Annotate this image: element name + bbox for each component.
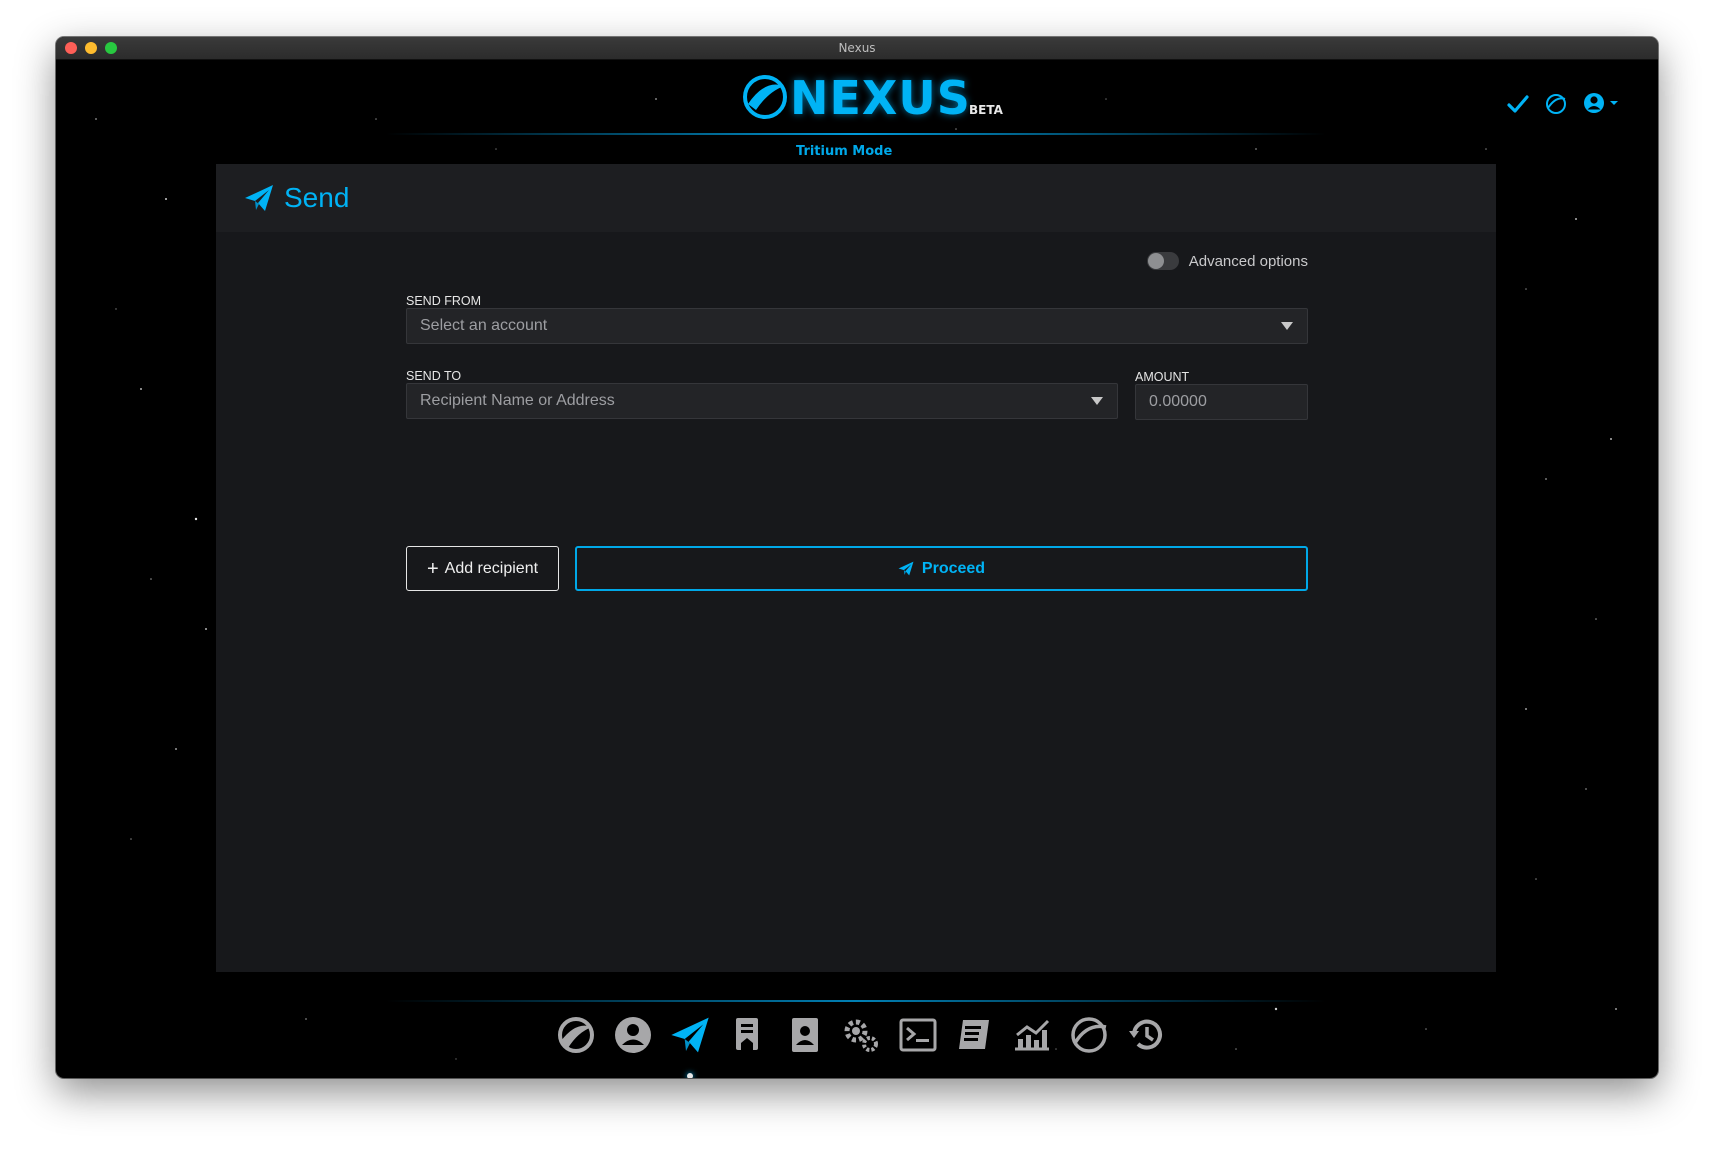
terminal-icon [899,1018,937,1052]
nexus-globe-icon [1071,1017,1107,1053]
dock-divider [386,1000,1326,1002]
mode-label: Tritium Mode [796,144,893,159]
user-menu-icon[interactable] [1582,90,1622,118]
close-window-button[interactable] [65,42,77,54]
panel-header: Send [216,164,1496,232]
nexus-logo-icon [743,75,787,119]
send-from-placeholder: Select an account [420,317,548,334]
send-from-select[interactable]: Select an account [406,308,1308,344]
header-status-icons [1506,89,1622,119]
page-title: Send [284,182,350,213]
nav-news[interactable] [955,1015,995,1059]
nav-transactions[interactable] [727,1015,767,1059]
news-icon [959,1020,989,1049]
app-window: Nexus NEXUS BETA Tritium Mode Send Advan… [56,37,1658,1078]
add-recipient-button[interactable]: + Add recipient [406,546,559,591]
nav-send[interactable] [670,1015,710,1078]
nav-terminal[interactable] [898,1015,938,1059]
address-book-icon [792,1018,818,1052]
send-icon [671,1017,709,1053]
beta-badge: BETA [969,103,1003,117]
title-bar: Nexus [56,37,1658,60]
check-icon[interactable] [1506,92,1530,116]
chevron-down-icon [1091,397,1103,405]
send-icon [898,561,914,576]
send-from-label: SEND FROM [406,294,481,308]
chevron-down-icon [1281,322,1293,330]
send-icon [245,185,273,211]
nav-overview[interactable] [556,1015,596,1059]
send-to-placeholder: Recipient Name or Address [420,392,615,409]
logo-text: NEXUS [790,71,971,125]
amount-value: 0.00000 [1149,393,1207,410]
nexus-globe-icon[interactable] [1544,92,1568,116]
user-icon [615,1017,651,1053]
nav-address-book[interactable] [784,1015,824,1059]
transactions-icon [736,1018,758,1050]
settings-icon [844,1019,878,1052]
overview-icon [558,1017,594,1053]
plus-icon: + [426,557,439,580]
history-icon [1129,1019,1162,1050]
proceed-label: Proceed [921,559,986,577]
nav-market[interactable] [1012,1015,1052,1059]
nav-settings[interactable] [841,1015,881,1059]
window-title: Nexus [838,41,876,55]
nav-history[interactable] [1126,1015,1166,1059]
nav-user[interactable] [613,1015,653,1059]
minimize-window-button[interactable] [85,42,97,54]
add-recipient-label: Add recipient [444,559,539,577]
market-icon [1015,1019,1050,1051]
maximize-window-button[interactable] [105,42,117,54]
proceed-button[interactable]: Proceed [575,546,1308,591]
amount-input[interactable]: 0.00000 [1135,384,1308,420]
bottom-navigation [556,1015,1166,1078]
amount-label: AMOUNT [1135,370,1190,384]
nexus-logo: NEXUS BETA Tritium Mode [742,70,1082,159]
advanced-options-label: Advanced options [1188,252,1308,270]
advanced-options-toggle[interactable] [1146,252,1179,270]
send-panel: Send Advanced options SEND FROM Select a… [216,164,1496,972]
nav-nexus[interactable] [1069,1015,1109,1059]
send-to-select[interactable]: Recipient Name or Address [406,383,1118,419]
advanced-options[interactable]: Advanced options [1146,252,1308,270]
send-to-label: SEND TO [406,369,462,383]
active-indicator [687,1073,693,1078]
